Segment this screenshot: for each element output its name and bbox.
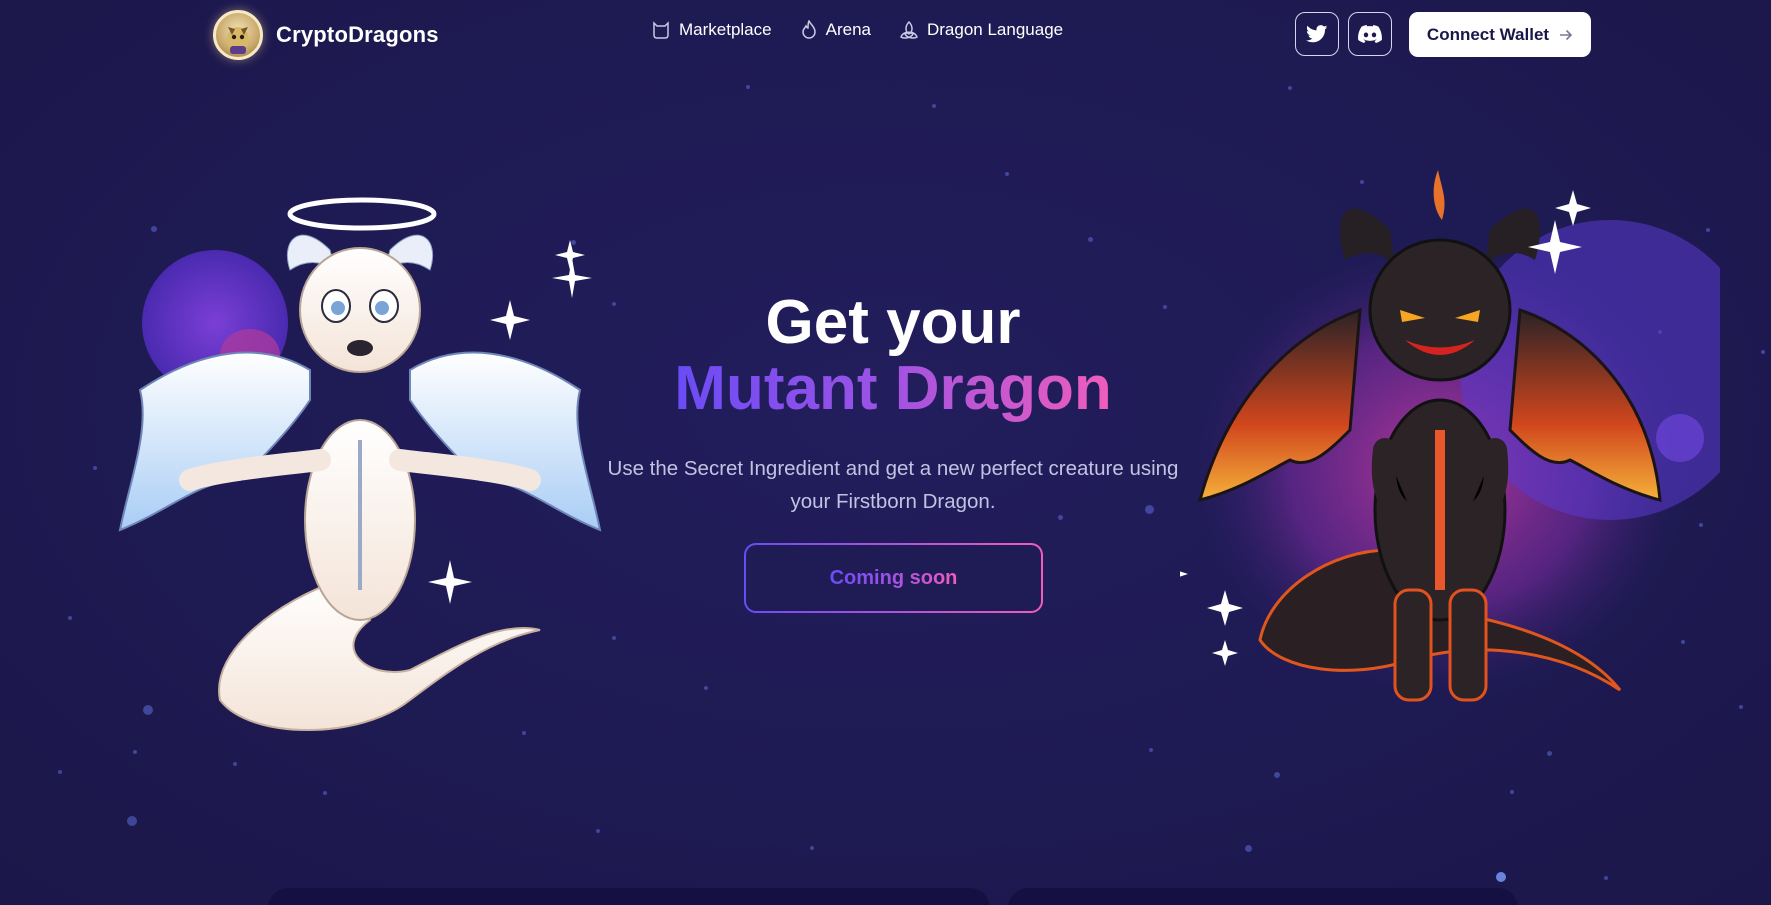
nav-item-marketplace[interactable]: Marketplace [651, 20, 772, 40]
coming-soon-button[interactable]: Coming soon [744, 543, 1043, 613]
discord-icon [1358, 25, 1382, 43]
hero-title-gradient-text: Mutant Dragon [674, 354, 1112, 423]
connect-wallet-label: Connect Wallet [1426, 24, 1550, 44]
flame-icon [801, 20, 816, 39]
black-fire-dragon-illustration [1180, 170, 1720, 702]
section-card-right [1008, 888, 1518, 905]
nav-item-dragon-language[interactable]: Dragon Language [899, 20, 1063, 40]
main-nav: Marketplace Arena Dragon Language [651, 20, 1063, 40]
hero-title-line2: Mutant Dragon [0, 356, 1771, 422]
twitter-icon [1306, 25, 1328, 43]
page: CryptoDragons Marketplace Arena Dragon L… [0, 0, 1771, 905]
dragon-avatar-icon [213, 10, 263, 60]
connect-wallet-button[interactable]: Connect Wallet [1409, 12, 1591, 57]
nav-item-arena[interactable]: Arena [800, 20, 871, 40]
triquetra-icon [900, 20, 918, 39]
white-angel-dragon-illustration [118, 197, 602, 731]
coming-soon-label: Coming soon [829, 566, 958, 589]
discord-button[interactable] [1348, 12, 1392, 56]
brand-name: CryptoDragons [276, 22, 439, 47]
top-navbar: CryptoDragons Marketplace Arena Dragon L… [0, 0, 1771, 70]
section-card-left [268, 888, 990, 905]
brand-logo[interactable]: CryptoDragons [213, 10, 439, 60]
nav-label-arena: Arena [825, 20, 871, 39]
cat-bag-icon [653, 21, 669, 39]
arrow-right-icon [1560, 29, 1573, 40]
nav-label-dragon-language: Dragon Language [926, 20, 1064, 39]
coming-soon-button-inner: Coming soon [746, 545, 1041, 611]
hero-subtitle: Use the Secret Ingredient and get a new … [607, 457, 1179, 513]
nav-label-marketplace: Marketplace [679, 20, 772, 39]
twitter-button[interactable] [1295, 12, 1339, 56]
hero-title-line1: Get your [765, 288, 1021, 357]
